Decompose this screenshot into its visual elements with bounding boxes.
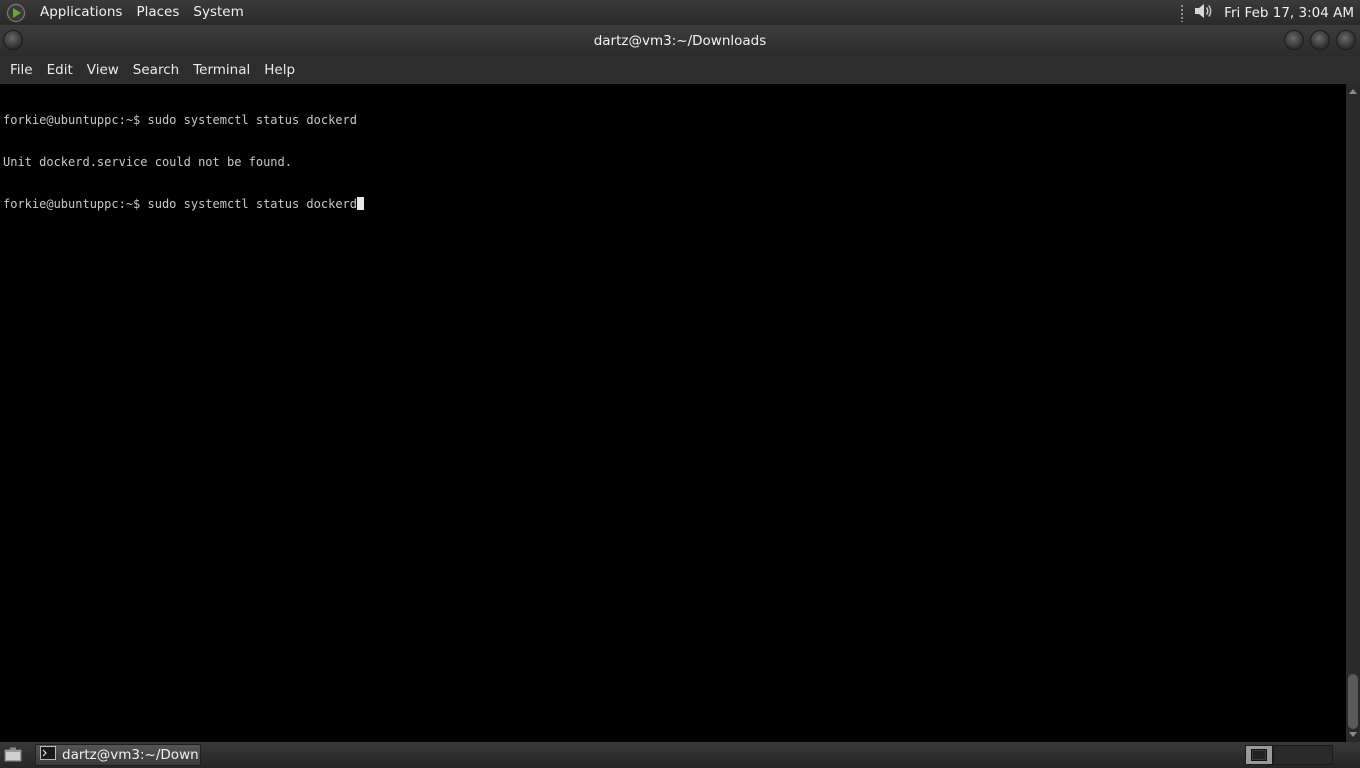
scroll-up-arrow-icon[interactable] <box>1349 89 1357 94</box>
maximize-button[interactable] <box>1310 30 1330 50</box>
scroll-thumb[interactable] <box>1348 674 1358 729</box>
menu-view[interactable]: View <box>80 56 126 84</box>
taskbar-button-label: dartz@vm3:~/Down... <box>62 747 201 763</box>
system-menu[interactable]: System <box>186 0 250 25</box>
scroll-down-arrow-icon[interactable] <box>1349 732 1357 737</box>
text-cursor <box>357 197 365 210</box>
terminal-line: forkie@ubuntuppc:~$ sudo systemctl statu… <box>3 197 365 211</box>
terminal-scrollbar[interactable] <box>1346 84 1360 742</box>
window-titlebar[interactable]: dartz@vm3:~/Downloads <box>0 25 1360 56</box>
menu-file[interactable]: File <box>3 56 40 84</box>
clock[interactable]: Fri Feb 17, 3:04 AM <box>1216 5 1360 21</box>
speaker-icon[interactable] <box>1192 1 1216 25</box>
terminal-menubar: File Edit View Search Terminal Help <box>0 56 1360 84</box>
terminal-area[interactable]: forkie@ubuntuppc:~$ sudo systemctl statu… <box>0 84 1346 742</box>
terminal-icon <box>40 746 56 764</box>
menu-logo-icon[interactable] <box>5 2 27 24</box>
minimize-button[interactable] <box>1284 30 1304 50</box>
places-menu[interactable]: Places <box>129 0 186 25</box>
workspace-2[interactable] <box>1273 745 1333 765</box>
panel-tray: Fri Feb 17, 3:04 AM <box>1180 0 1360 25</box>
terminal-line: forkie@ubuntuppc:~$ sudo systemctl statu… <box>3 113 358 127</box>
panel-handle <box>1180 3 1185 22</box>
window-menu-button[interactable] <box>3 30 23 50</box>
window-title: dartz@vm3:~/Downloads <box>593 32 767 49</box>
menu-search[interactable]: Search <box>126 56 186 84</box>
terminal-line: Unit dockerd.service could not be found. <box>3 155 292 169</box>
show-desktop-icon[interactable] <box>2 746 24 764</box>
workspace-1[interactable] <box>1245 745 1273 765</box>
taskbar-terminal-button[interactable]: dartz@vm3:~/Down... <box>35 744 201 766</box>
terminal-output: forkie@ubuntuppc:~$ sudo systemctl statu… <box>3 85 365 239</box>
bottom-panel: dartz@vm3:~/Down... <box>0 742 1360 768</box>
close-button[interactable] <box>1336 30 1356 50</box>
menu-terminal[interactable]: Terminal <box>186 56 257 84</box>
applications-menu[interactable]: Applications <box>33 0 129 25</box>
menu-help[interactable]: Help <box>257 56 302 84</box>
menu-edit[interactable]: Edit <box>40 56 80 84</box>
terminal-current-command: forkie@ubuntuppc:~$ sudo systemctl statu… <box>3 197 358 211</box>
top-panel: Applications Places System Fri Feb 17, 3… <box>0 0 1360 25</box>
panel-end <box>1346 745 1358 765</box>
